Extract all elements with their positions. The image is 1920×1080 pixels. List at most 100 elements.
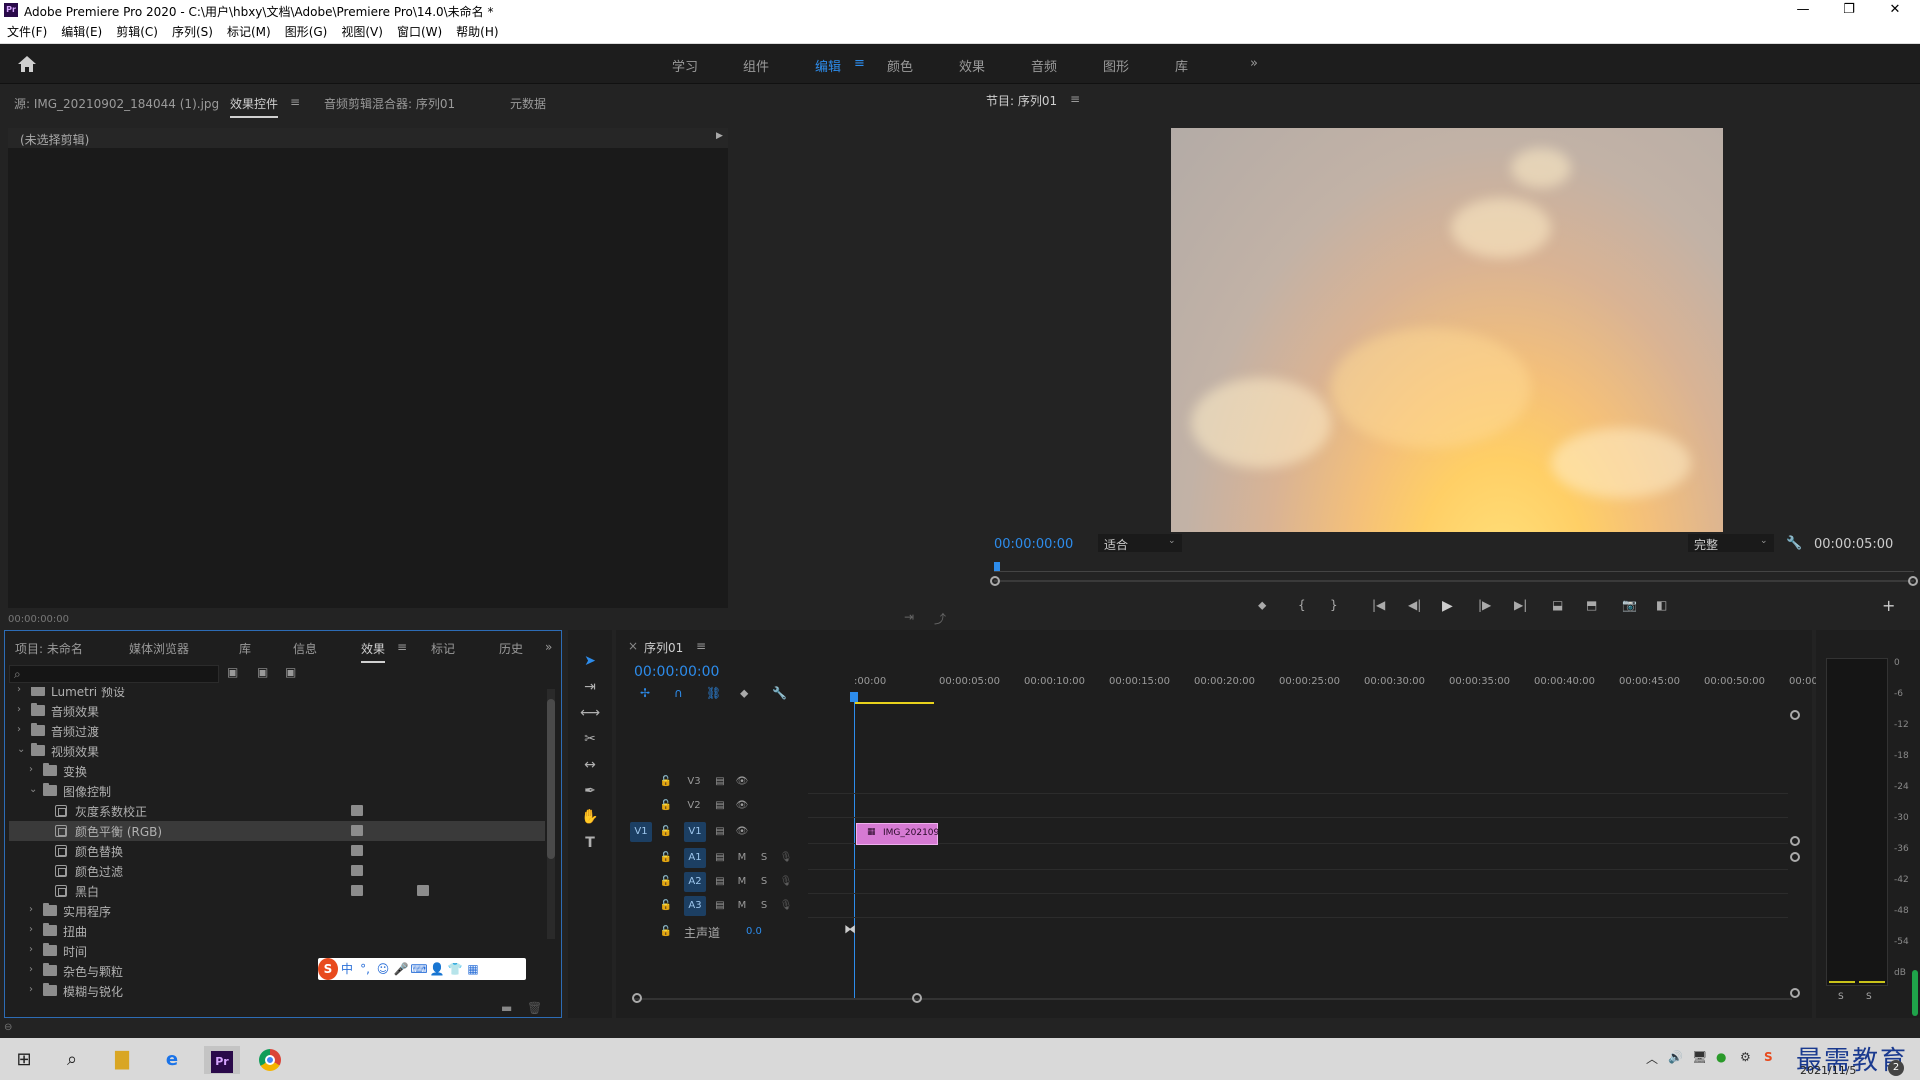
tab-audio-clip-mixer[interactable]: 音频剪辑混合器: 序列01 <box>324 95 455 112</box>
meter-solo-right[interactable]: S <box>1866 992 1872 1002</box>
sync-lock-icon[interactable]: ▤ <box>710 822 730 842</box>
menu-edit[interactable]: 编辑(E) <box>54 22 109 42</box>
yuv-effects-icon[interactable]: ▣ <box>285 665 296 679</box>
tab-menu-icon[interactable]: ≡ <box>290 95 300 109</box>
tray-app-icon[interactable]: ● <box>1716 1050 1726 1064</box>
track-select-tool-icon[interactable]: ⇥ <box>578 676 602 698</box>
effect-item[interactable]: 颜色过滤 <box>9 861 545 881</box>
sync-lock-icon[interactable]: ▤ <box>710 772 730 792</box>
track-target-v3[interactable]: V3 <box>684 772 704 792</box>
effect-item[interactable]: 灰度系数校正 <box>9 801 545 821</box>
track-target-v1[interactable]: V1 <box>684 822 706 842</box>
workspace-audio[interactable]: 音频 <box>1031 56 1057 75</box>
timeline-horizontal-scrollbar[interactable] <box>632 993 1792 1003</box>
chevron-down-icon[interactable]: ⌄ <box>17 744 25 755</box>
wrench-icon[interactable]: 🔧 <box>1786 536 1802 551</box>
snap-icon[interactable]: ∩ <box>674 686 683 700</box>
mute-button[interactable]: M <box>732 872 752 892</box>
ime-skin-icon[interactable]: 👕 <box>446 958 464 980</box>
panel-overflow-icon[interactable]: » <box>545 640 552 654</box>
tab-metadata[interactable]: 元数据 <box>510 95 546 112</box>
sync-lock-icon[interactable]: ▤ <box>710 796 730 816</box>
effects-folder[interactable]: › 扭曲 <box>9 921 545 941</box>
timeline-ruler[interactable]: :00:00 00:00:05:00 00:00:10:00 00:00:15:00 0… <box>854 630 1828 710</box>
tab-history[interactable]: 历史 <box>499 640 523 657</box>
mark-in-icon[interactable]: { <box>1298 598 1306 612</box>
lock-icon[interactable]: 🔓 <box>656 848 676 868</box>
ime-keyboard-icon[interactable]: ⌨ <box>410 958 428 980</box>
step-back-icon[interactable]: ◀| <box>1408 598 1421 612</box>
lock-icon[interactable]: 🔓 <box>656 772 676 792</box>
lock-icon[interactable]: 🔓 <box>656 922 676 942</box>
go-to-next-keyframe-icon[interactable]: ⧓ <box>844 922 856 936</box>
ime-emoji-icon[interactable]: ☺ <box>374 958 392 980</box>
delete-icon[interactable]: 🗑 <box>527 1001 542 1015</box>
accelerated-effects-icon[interactable]: ▣ <box>227 665 238 679</box>
sync-lock-icon[interactable]: ▤ <box>710 896 730 916</box>
pen-tool-icon[interactable]: ✒ <box>578 780 602 802</box>
file-explorer-icon[interactable]: ▇ <box>108 1046 136 1074</box>
program-menu-icon[interactable]: ≡ <box>1070 92 1080 106</box>
timeline-timecode[interactable]: 00:00:00:00 <box>634 664 719 680</box>
ime-punctuation[interactable]: °, <box>356 958 374 980</box>
play-icon[interactable]: ▶ <box>1442 598 1453 614</box>
button-editor-icon[interactable]: + <box>1882 596 1895 615</box>
effects-folder[interactable]: › 变换 <box>9 761 545 781</box>
search-input[interactable]: ⌕ <box>9 665 219 683</box>
effects-folder[interactable]: ⌄ 图像控制 <box>9 781 545 801</box>
chevron-right-icon[interactable]: › <box>29 964 33 975</box>
mute-button[interactable]: M <box>732 848 752 868</box>
filter-icon[interactable]: ⇥ <box>904 610 914 624</box>
eye-icon[interactable]: 👁 <box>732 796 752 816</box>
extract-icon[interactable]: ⬒ <box>1586 598 1597 612</box>
solo-button[interactable]: S <box>754 896 774 916</box>
track-target-a1[interactable]: A1 <box>684 848 706 868</box>
effects-folder[interactable]: › 音频效果 <box>9 701 545 721</box>
chevron-right-icon[interactable]: › <box>17 704 21 715</box>
tab-libraries[interactable]: 库 <box>239 640 251 657</box>
home-icon[interactable] <box>16 54 38 74</box>
32bit-effects-icon[interactable]: ▣ <box>257 665 268 679</box>
menu-sequence[interactable]: 序列(S) <box>165 22 220 42</box>
lock-icon[interactable]: 🔓 <box>656 896 676 916</box>
type-tool-icon[interactable]: T <box>578 832 602 854</box>
edge-browser-icon[interactable]: e <box>158 1046 186 1074</box>
effects-folder[interactable]: › 实用程序 <box>9 901 545 921</box>
menu-window[interactable]: 窗口(W) <box>390 22 449 42</box>
comparison-view-icon[interactable]: ◧ <box>1656 598 1667 612</box>
effect-item[interactable]: 颜色平衡 (RGB) <box>9 821 545 841</box>
restore-button[interactable]: ❐ <box>1826 0 1872 22</box>
go-to-in-icon[interactable]: |◀ <box>1372 598 1385 612</box>
workspace-menu-icon[interactable]: ≡ <box>854 56 865 71</box>
menu-graphics[interactable]: 图形(G) <box>278 22 335 42</box>
new-bin-icon[interactable]: ▬ <box>501 1001 512 1015</box>
expand-arrow-icon[interactable]: ▶ <box>716 131 723 141</box>
step-forward-icon[interactable]: |▶ <box>1478 598 1491 612</box>
premiere-taskbar-button[interactable]: Pr <box>204 1046 240 1074</box>
effects-folder[interactable]: › 音频过渡 <box>9 721 545 741</box>
meter-scroll-indicator[interactable] <box>1912 970 1918 1016</box>
notification-badge[interactable]: 2 <box>1888 1060 1904 1076</box>
lock-icon[interactable]: 🔓 <box>656 822 676 842</box>
tab-source[interactable]: 源: IMG_20210902_184044 (1).jpg <box>14 95 219 112</box>
selection-tool-icon[interactable]: ➤ <box>578 650 602 672</box>
workspace-color[interactable]: 颜色 <box>887 56 913 75</box>
chevron-right-icon[interactable]: › <box>29 904 33 915</box>
chrome-icon[interactable] <box>256 1046 284 1074</box>
menu-help[interactable]: 帮助(H) <box>449 22 505 42</box>
lock-icon[interactable]: 🔓 <box>656 796 676 816</box>
playhead-handle[interactable] <box>850 692 858 702</box>
workspace-graphics[interactable]: 图形 <box>1103 56 1129 75</box>
tray-shield-icon[interactable]: ⚙ <box>1740 1050 1751 1064</box>
close-button[interactable]: ✕ <box>1872 0 1918 22</box>
tray-expand-icon[interactable]: ︿ <box>1646 1050 1658 1067</box>
chevron-right-icon[interactable]: › <box>29 764 33 775</box>
lift-icon[interactable]: ⬓ <box>1552 598 1563 612</box>
master-volume[interactable]: 0.0 <box>746 926 762 937</box>
effects-menu-icon[interactable]: ≡ <box>397 640 407 654</box>
microphone-icon[interactable]: 🎙 <box>776 848 796 868</box>
add-marker-icon[interactable]: ⬥ <box>1258 598 1266 613</box>
time-ruler[interactable] <box>994 562 1914 572</box>
solo-button[interactable]: S <box>754 848 774 868</box>
minimize-button[interactable]: — <box>1780 0 1826 22</box>
